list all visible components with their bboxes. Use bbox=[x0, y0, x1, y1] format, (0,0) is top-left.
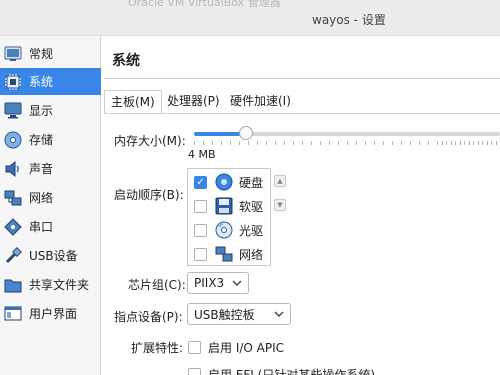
io-apic-checkbox-row[interactable]: 启用 I/O APIC bbox=[188, 339, 284, 356]
tab-divider bbox=[104, 113, 500, 114]
pointing-device-label: 指点设备(P): bbox=[114, 310, 183, 324]
tab-bar: 主板(M) 处理器(P) 硬件加速(I) bbox=[104, 90, 500, 114]
move-down-button[interactable]: ▼ bbox=[274, 199, 286, 211]
sidebar-item-label: USB设备 bbox=[29, 249, 78, 263]
boot-checkbox[interactable] bbox=[194, 223, 207, 237]
boot-item-label: 网络 bbox=[239, 247, 264, 262]
sidebar-item-label: 串口 bbox=[29, 220, 54, 234]
serial-port-icon bbox=[4, 217, 22, 236]
tab-processor[interactable]: 处理器(P) bbox=[161, 90, 226, 114]
hard-disk-icon bbox=[215, 173, 233, 191]
boot-item-label: 硬盘 bbox=[239, 175, 264, 190]
io-apic-checkbox[interactable] bbox=[188, 341, 201, 354]
system-settings-panel: 系统 主板(M) 处理器(P) 硬件加速(I) 内存大小(M): 4 MB 启动… bbox=[104, 40, 500, 375]
boot-order-label: 启动顺序(B): bbox=[114, 188, 184, 202]
memory-slider-ticks-warning bbox=[442, 141, 500, 145]
folder-icon bbox=[4, 276, 22, 294]
monitor-icon bbox=[4, 102, 22, 120]
settings-sidebar: 常规 系统 显示 存储 声音 网络 串口 USB设备 共享文件夹 用户界面 bbox=[0, 36, 101, 375]
boot-checkbox[interactable] bbox=[194, 199, 207, 213]
chipset-select[interactable]: PIIX3 bbox=[187, 272, 249, 294]
sidebar-item-label: 显示 bbox=[29, 104, 54, 118]
sidebar-item-label: 声音 bbox=[29, 162, 54, 176]
sidebar-item-label: 常规 bbox=[29, 47, 54, 61]
pointing-device-value: USB触控板 bbox=[194, 307, 255, 322]
usb-icon bbox=[4, 246, 22, 265]
sidebar-item-label: 共享文件夹 bbox=[29, 278, 90, 292]
chevron-down-icon bbox=[232, 280, 242, 286]
io-apic-label: 启用 I/O APIC bbox=[208, 341, 285, 355]
network-icon bbox=[4, 189, 22, 207]
background-window-title: Oracle VM VirtualBox 管理器 bbox=[128, 0, 281, 9]
sidebar-item-serial[interactable]: 串口 bbox=[0, 213, 101, 240]
boot-item-network[interactable]: 网络 bbox=[188, 242, 270, 266]
network-icon bbox=[215, 245, 233, 263]
extended-features-label: 扩展特性: bbox=[131, 341, 184, 355]
chevron-down-icon bbox=[274, 311, 284, 317]
storage-disc-icon bbox=[4, 131, 22, 149]
general-icon bbox=[4, 45, 22, 63]
boot-checkbox[interactable] bbox=[194, 247, 207, 261]
sidebar-item-storage[interactable]: 存储 bbox=[0, 126, 101, 153]
memory-min-label: 4 MB bbox=[188, 148, 216, 161]
efi-label: 启用 EFI (只针对某些操作系统) bbox=[208, 368, 376, 375]
speaker-icon bbox=[4, 160, 22, 178]
memory-label: 内存大小(M): bbox=[114, 134, 186, 148]
page-title: 系统 bbox=[112, 53, 140, 69]
sidebar-item-general[interactable]: 常规 bbox=[0, 40, 101, 67]
memory-slider-handle[interactable] bbox=[239, 126, 254, 140]
sidebar-item-usb[interactable]: USB设备 bbox=[0, 242, 101, 269]
memory-slider[interactable] bbox=[194, 126, 500, 140]
sidebar-item-label: 系统 bbox=[29, 75, 54, 89]
sidebar-item-label: 网络 bbox=[29, 191, 54, 205]
sidebar-item-system[interactable]: 系统 bbox=[0, 68, 101, 95]
boot-order-list[interactable]: ✓ 硬盘 软驱 光驱 网络 bbox=[187, 168, 271, 266]
title-divider bbox=[104, 78, 500, 79]
efi-checkbox[interactable] bbox=[188, 368, 201, 375]
boot-item-floppy[interactable]: 软驱 bbox=[188, 194, 270, 218]
floppy-icon bbox=[215, 197, 233, 215]
tab-motherboard[interactable]: 主板(M) bbox=[104, 90, 162, 114]
sidebar-item-user-interface[interactable]: 用户界面 bbox=[0, 300, 101, 327]
efi-checkbox-row[interactable]: 启用 EFI (只针对某些操作系统) bbox=[188, 366, 375, 375]
boot-item-label: 软驱 bbox=[239, 199, 264, 214]
system-chip-icon bbox=[4, 73, 22, 91]
boot-item-hard-disk[interactable]: ✓ 硬盘 bbox=[188, 170, 270, 194]
tab-acceleration[interactable]: 硬件加速(I) bbox=[224, 90, 297, 114]
sidebar-item-label: 存储 bbox=[29, 133, 54, 147]
chipset-value: PIIX3 bbox=[194, 276, 225, 290]
sidebar-item-network[interactable]: 网络 bbox=[0, 184, 101, 211]
title-bar: Oracle VM VirtualBox 管理器 wayos - 设置 bbox=[0, 0, 500, 36]
user-interface-icon bbox=[4, 305, 22, 323]
sidebar-item-shared-folders[interactable]: 共享文件夹 bbox=[0, 271, 101, 298]
sidebar-item-display[interactable]: 显示 bbox=[0, 97, 101, 124]
boot-checkbox[interactable]: ✓ bbox=[194, 175, 207, 189]
pointing-device-select[interactable]: USB触控板 bbox=[187, 303, 291, 325]
sidebar-item-audio[interactable]: 声音 bbox=[0, 155, 101, 182]
boot-item-optical[interactable]: 光驱 bbox=[188, 218, 270, 242]
sidebar-item-label: 用户界面 bbox=[29, 307, 78, 321]
window-title: wayos - 设置 bbox=[312, 13, 386, 27]
chipset-label: 芯片组(C): bbox=[128, 278, 186, 292]
move-up-button[interactable]: ▲ bbox=[274, 175, 286, 187]
optical-disc-icon bbox=[215, 221, 233, 239]
boot-item-label: 光驱 bbox=[239, 223, 264, 238]
